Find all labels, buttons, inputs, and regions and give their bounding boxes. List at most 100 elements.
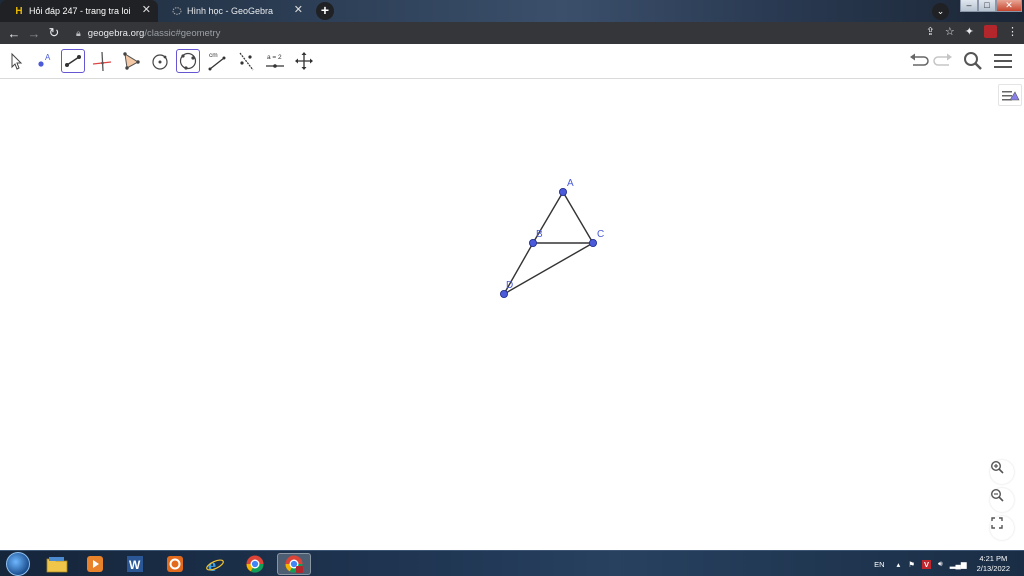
folder-icon	[46, 557, 68, 573]
segment-tool[interactable]	[61, 49, 85, 73]
point-label-D: D	[506, 280, 513, 291]
windows-taskbar: W e EN ▴ ⚑ V 🔊︎ ▂▄▆ 4:21 PM 2/13/2022	[0, 550, 1024, 576]
undo-icon	[910, 53, 929, 66]
volume-icon[interactable]: 🔊︎	[938, 559, 943, 569]
tab-title: Hình học - GeoGebra	[187, 6, 274, 16]
start-button[interactable]	[6, 552, 30, 576]
segment-AC[interactable]	[562, 191, 594, 244]
word-button[interactable]: W	[118, 553, 152, 575]
office-button[interactable]	[158, 553, 192, 575]
svg-text:W: W	[129, 558, 141, 572]
close-window-button[interactable]: ✕	[996, 0, 1022, 12]
chrome-icon	[246, 555, 264, 573]
polygon-tool-icon	[123, 52, 140, 70]
zoom-out-icon	[990, 488, 1004, 502]
perpendicular-line-tool[interactable]	[90, 49, 114, 73]
browser-menu-icon[interactable]: ⋮	[1007, 25, 1018, 38]
circle-center-point-tool-icon	[152, 54, 168, 70]
tab-search-button[interactable]: ⌄	[932, 3, 949, 20]
redo-icon	[933, 53, 952, 66]
svg-text:a = 2: a = 2	[267, 54, 282, 61]
chrome-active-button[interactable]	[277, 553, 311, 575]
fullscreen-button[interactable]	[990, 516, 1014, 540]
segment-CD[interactable]	[503, 242, 594, 295]
clock[interactable]: 4:21 PM 2/13/2022	[977, 554, 1010, 574]
circle-center-point-tool[interactable]	[148, 49, 172, 73]
point-label-B: B	[536, 229, 543, 240]
move-graphics-view-tool[interactable]	[292, 49, 316, 73]
chrome-profile-icon	[285, 555, 303, 573]
url-field[interactable]: 🔒︎ geogebra.org/classic#geometry	[72, 25, 912, 42]
graphics-view[interactable]: A B C D	[0, 80, 1024, 550]
bookmark-star-icon[interactable]: ☆	[945, 25, 955, 38]
point-label-A: A	[567, 178, 574, 189]
segment-tool-icon	[64, 54, 81, 67]
zoom-in-button[interactable]	[990, 460, 1014, 484]
tab-geogebra[interactable]: Hình học - GeoGebra ✕	[158, 0, 310, 22]
main-menu-button[interactable]	[992, 51, 1014, 76]
network-signal-icon[interactable]: ▂▄▆	[950, 560, 967, 569]
style-bar-toggle[interactable]	[998, 84, 1022, 106]
lock-icon: 🔒︎	[76, 28, 81, 38]
zoom-out-button[interactable]	[990, 488, 1014, 512]
internet-explorer-button[interactable]: e	[198, 553, 232, 575]
distance-tool-icon: cm	[208, 52, 226, 71]
forward-button[interactable]: →	[24, 26, 44, 41]
address-bar: ← → ↻ 🔒︎ geogebra.org/classic#geometry ⇪…	[0, 22, 1024, 44]
distance-tool[interactable]: cm	[205, 49, 229, 73]
close-tab-icon[interactable]: ✕	[294, 4, 303, 17]
geogebra-favicon-icon	[172, 6, 182, 17]
circle-three-points-tool[interactable]	[176, 49, 200, 73]
action-center-flag-icon[interactable]: ⚑	[908, 560, 915, 569]
point-D[interactable]	[499, 289, 508, 298]
undo-button[interactable]	[908, 51, 930, 76]
file-explorer-button[interactable]	[40, 553, 74, 575]
move-tool-icon	[11, 52, 23, 70]
point-tool-icon: A	[38, 53, 51, 67]
point-label-C: C	[597, 229, 604, 240]
point-A[interactable]	[559, 188, 568, 197]
hoi-dap-favicon-icon: H	[15, 5, 23, 17]
new-tab-button[interactable]: +	[316, 2, 334, 20]
word-icon: W	[127, 556, 143, 572]
window-controls: – □ ✕	[960, 0, 1022, 12]
hamburger-menu-icon	[994, 54, 1012, 68]
clock-date: 2/13/2022	[976, 564, 1010, 573]
svg-text:A: A	[45, 53, 51, 62]
search-button[interactable]	[962, 51, 984, 76]
zoom-in-icon	[990, 460, 1004, 474]
media-player-button[interactable]	[78, 553, 112, 575]
back-button[interactable]: ←	[4, 26, 24, 41]
tab-hoi-dap[interactable]: H Hỏi đáp 247 - trang tra loi ✕	[0, 0, 158, 22]
url-path: /classic#geometry	[144, 28, 221, 39]
profile-avatar[interactable]	[984, 25, 997, 38]
point-C[interactable]	[589, 238, 598, 247]
maximize-button[interactable]: □	[978, 0, 996, 12]
slider-tool[interactable]: a = 2	[263, 49, 287, 73]
extensions-icon[interactable]: ✦	[965, 25, 974, 38]
circle-three-points-tool-icon	[179, 52, 196, 70]
polygon-tool[interactable]	[119, 49, 143, 73]
browser-tab-strip: H Hỏi đáp 247 - trang tra loi ✕ Hình học…	[0, 0, 1024, 22]
construction-canvas[interactable]: A B C D	[0, 80, 1024, 550]
language-indicator[interactable]: EN	[874, 560, 884, 569]
share-icon[interactable]: ⇪	[926, 25, 935, 38]
chrome-button[interactable]	[238, 553, 272, 575]
move-tool[interactable]	[4, 49, 28, 73]
style-bar-icon	[1002, 91, 1020, 101]
move-graphics-view-tool-icon	[295, 52, 313, 70]
redo-button[interactable]	[932, 51, 954, 76]
point-B[interactable]	[529, 238, 538, 247]
minimize-button[interactable]: –	[960, 0, 978, 12]
show-hidden-icons-icon[interactable]: ▴	[897, 560, 901, 569]
reload-button[interactable]: ↻	[44, 25, 64, 41]
url-host: geogebra.org	[87, 28, 145, 39]
clock-time: 4:21 PM	[979, 554, 1008, 563]
tab-title: Hỏi đáp 247 - trang tra loi	[29, 6, 131, 16]
reflect-tool[interactable]	[234, 49, 258, 73]
geogebra-toolbar: A cm a = 2	[0, 44, 1024, 79]
internet-explorer-icon: e	[206, 555, 224, 574]
close-tab-icon[interactable]: ✕	[142, 4, 151, 17]
antivirus-icon[interactable]: V	[922, 559, 932, 569]
point-tool[interactable]: A	[33, 49, 57, 73]
